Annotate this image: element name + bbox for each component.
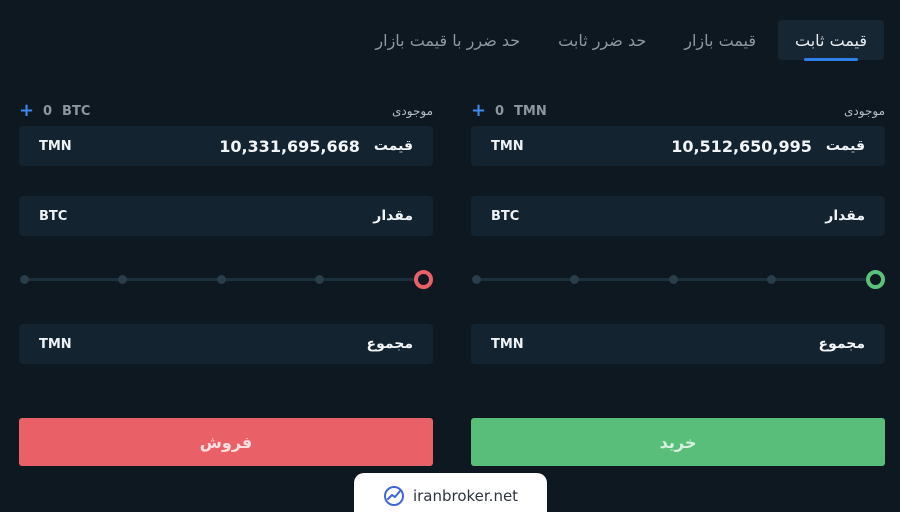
order-type-tabs: قیمت ثابت قیمت بازار حد ضرر ثابت حد ضرر … <box>359 20 884 61</box>
sell-total-field[interactable]: TMN مجموع <box>19 324 433 364</box>
sell-slider-step[interactable] <box>315 275 324 284</box>
buy-amount-field[interactable]: BTC مقدار <box>471 196 885 236</box>
sell-balance-value: 0 <box>43 103 53 119</box>
buy-slider-step[interactable] <box>669 275 678 284</box>
buy-total-unit: TMN <box>491 336 524 352</box>
sell-slider-step[interactable] <box>20 275 29 284</box>
buy-slider-step[interactable] <box>767 275 776 284</box>
buy-button[interactable]: خرید <box>471 418 885 466</box>
buy-balance-value: 0 <box>495 103 505 119</box>
sell-balance-row: + 0 BTC موجودی <box>19 100 433 122</box>
sell-amount-slider[interactable] <box>19 268 433 292</box>
buy-balance-row: + 0 TMN موجودی <box>471 100 885 122</box>
chart-trend-icon <box>383 486 404 506</box>
buy-panel: + 0 TMN موجودی TMN 10,512,650,995 قیمت B… <box>471 100 885 466</box>
sell-balance: + 0 BTC <box>19 102 90 120</box>
buy-amount-label: مقدار <box>825 208 865 224</box>
tab-market-price[interactable]: قیمت بازار <box>668 20 772 60</box>
buy-amount-unit: BTC <box>491 208 520 224</box>
sell-deposit-plus-icon[interactable]: + <box>19 102 34 120</box>
sell-slider-step[interactable] <box>217 275 226 284</box>
buy-balance-label: موجودی <box>844 104 885 118</box>
sell-amount-label: مقدار <box>373 208 413 224</box>
watermark-text: iranbroker.net <box>412 487 519 505</box>
buy-slider-thumb[interactable] <box>866 270 885 289</box>
buy-balance: + 0 TMN <box>471 102 547 120</box>
sell-amount-unit: BTC <box>39 208 68 224</box>
buy-price-unit: TMN <box>491 138 524 154</box>
sell-amount-field[interactable]: BTC مقدار <box>19 196 433 236</box>
buy-price-value: 10,512,650,995 <box>671 136 812 156</box>
sell-button[interactable]: فروش <box>19 418 433 466</box>
sell-slider-step[interactable] <box>118 275 127 284</box>
sell-price-unit: TMN <box>39 138 72 154</box>
buy-balance-unit: TMN <box>514 103 547 119</box>
buy-total-label: مجموع <box>818 336 865 352</box>
buy-total-field[interactable]: TMN مجموع <box>471 324 885 364</box>
sell-price-field[interactable]: TMN 10,331,695,668 قیمت <box>19 126 433 166</box>
buy-deposit-plus-icon[interactable]: + <box>471 102 486 120</box>
buy-slider-step[interactable] <box>570 275 579 284</box>
sell-slider-thumb[interactable] <box>414 270 433 289</box>
buy-amount-slider[interactable] <box>471 268 885 292</box>
buy-price-field[interactable]: TMN 10,512,650,995 قیمت <box>471 126 885 166</box>
tab-stop-limit[interactable]: حد ضرر ثابت <box>542 20 662 60</box>
sell-panel: + 0 BTC موجودی TMN 10,331,695,668 قیمت B… <box>19 100 433 466</box>
sell-price-value: 10,331,695,668 <box>219 136 360 156</box>
sell-balance-label: موجودی <box>392 104 433 118</box>
sell-total-label: مجموع <box>366 336 413 352</box>
buy-slider-step[interactable] <box>472 275 481 284</box>
tab-limit-price[interactable]: قیمت ثابت <box>778 20 884 61</box>
sell-balance-unit: BTC <box>62 103 91 119</box>
sell-total-unit: TMN <box>39 336 72 352</box>
tab-stop-market[interactable]: حد ضرر با قیمت بازار <box>359 20 536 60</box>
sell-price-label: قیمت <box>373 138 413 154</box>
buy-price-label: قیمت <box>825 138 865 154</box>
watermark-badge: iranbroker.net <box>354 473 547 512</box>
